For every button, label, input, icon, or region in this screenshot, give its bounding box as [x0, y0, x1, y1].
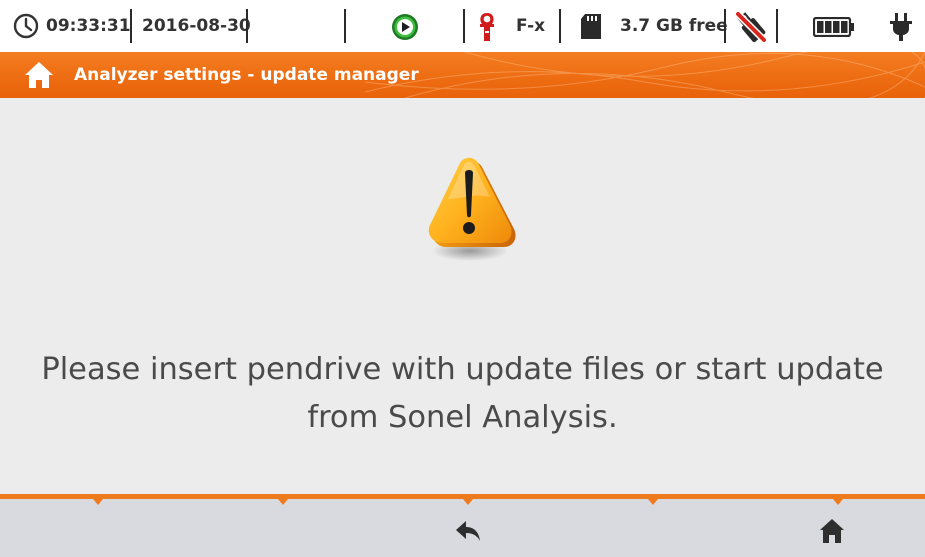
- clock-time: 09:33:31: [46, 16, 131, 36]
- date: 2016-08-30: [142, 16, 251, 36]
- page-title: Analyzer settings - update manager: [74, 65, 419, 85]
- clamp-label: F-x: [516, 16, 546, 36]
- home-button[interactable]: [740, 505, 924, 557]
- power-plug-icon: [890, 13, 912, 41]
- clamp-icon: [480, 13, 494, 41]
- home-icon: [820, 519, 844, 543]
- tab-notch: [93, 499, 103, 505]
- separator: [344, 9, 346, 43]
- separator: [559, 9, 561, 43]
- home-icon[interactable]: [24, 60, 54, 90]
- clock-icon: [13, 13, 39, 39]
- status-bar: 09:33:31 2016-08-30 F-x 3.7 GB free: [0, 0, 925, 52]
- warning-icon: [428, 157, 516, 261]
- separator: [776, 9, 778, 43]
- title-bar-decoration: [365, 52, 925, 98]
- separator: [463, 9, 465, 43]
- main-panel: Please insert pendrive with update files…: [0, 98, 925, 495]
- tab-notch: [278, 499, 288, 505]
- battery-icon: [813, 17, 854, 37]
- usb-disconnected-icon: [734, 10, 768, 44]
- update-message: Please insert pendrive with update files…: [41, 352, 884, 435]
- title-bar: Analyzer settings - update manager: [0, 52, 925, 98]
- separator: [246, 9, 248, 43]
- play-status-icon: [392, 14, 418, 40]
- separator: [130, 9, 132, 43]
- storage-free: 3.7 GB free: [620, 16, 728, 36]
- sd-card-icon: [581, 14, 601, 39]
- separator: [724, 9, 726, 43]
- tab-notch: [648, 499, 658, 505]
- back-arrow-icon: [456, 521, 480, 541]
- back-button[interactable]: [376, 505, 560, 557]
